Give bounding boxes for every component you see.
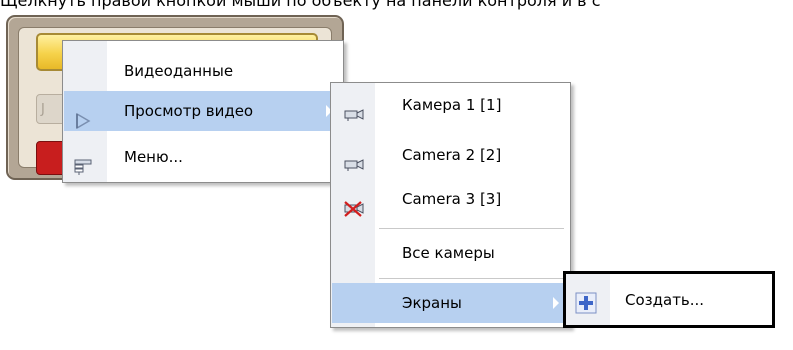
menu-item-camera-1[interactable]: Камера 1 [1] [332,85,569,125]
menu-list-icon [73,150,95,175]
menu-item-screens[interactable]: Экраны [332,283,569,323]
camera-disabled-icon [343,192,365,217]
menu-item-label: Camera 2 [2] [402,146,502,164]
menu-item-camera-2[interactable]: Camera 2 [2] [332,135,569,175]
menu-item-video-data[interactable]: Видеоданные [64,51,342,91]
menu-separator [379,228,564,229]
submenu-arrow-icon [553,297,559,309]
camera-icon [343,98,365,121]
menu-item-label: Меню... [124,148,183,166]
screens-submenu: Создать... [563,271,775,328]
menu-item-label: Camera 3 [3] [402,190,502,208]
instruction-caption: Щелкнуть правой кнопкой мыши по объекту … [0,0,601,10]
plus-icon [575,289,597,314]
menu-item-all-cameras[interactable]: Все камеры [332,233,569,273]
context-menu: Видеоданные Просмотр видео Меню... [62,40,344,183]
menu-item-camera-3[interactable]: Camera 3 [3] [332,179,569,219]
menu-item-label: Создать... [625,291,705,309]
menu-item-label: Экраны [402,294,462,312]
menu-item-label: Все камеры [402,244,495,262]
menu-item-menu[interactable]: Меню... [64,137,342,177]
menu-item-create[interactable]: Создать... [567,280,771,320]
menu-item-label: Просмотр видео [124,102,254,120]
play-outline-icon [73,104,95,130]
camera-icon [343,148,365,171]
menu-item-label: Видеоданные [124,62,234,80]
menu-separator [379,278,564,279]
menu-item-view-video[interactable]: Просмотр видео [64,91,342,131]
menu-item-label: Камера 1 [1] [402,96,502,114]
camera-submenu: Камера 1 [1] Camera 2 [2] Camera 3 [3] В… [330,82,571,328]
